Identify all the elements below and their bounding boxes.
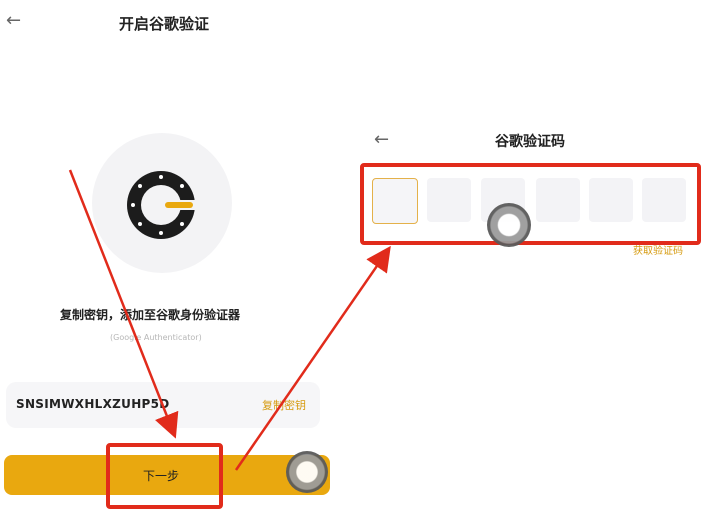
- arrow-to-next-button: [68, 169, 179, 439]
- touch-indicator: [487, 203, 531, 247]
- annotation-arrows: [68, 169, 391, 471]
- touch-indicator: [286, 451, 328, 493]
- arrow-to-code-input: [234, 245, 391, 471]
